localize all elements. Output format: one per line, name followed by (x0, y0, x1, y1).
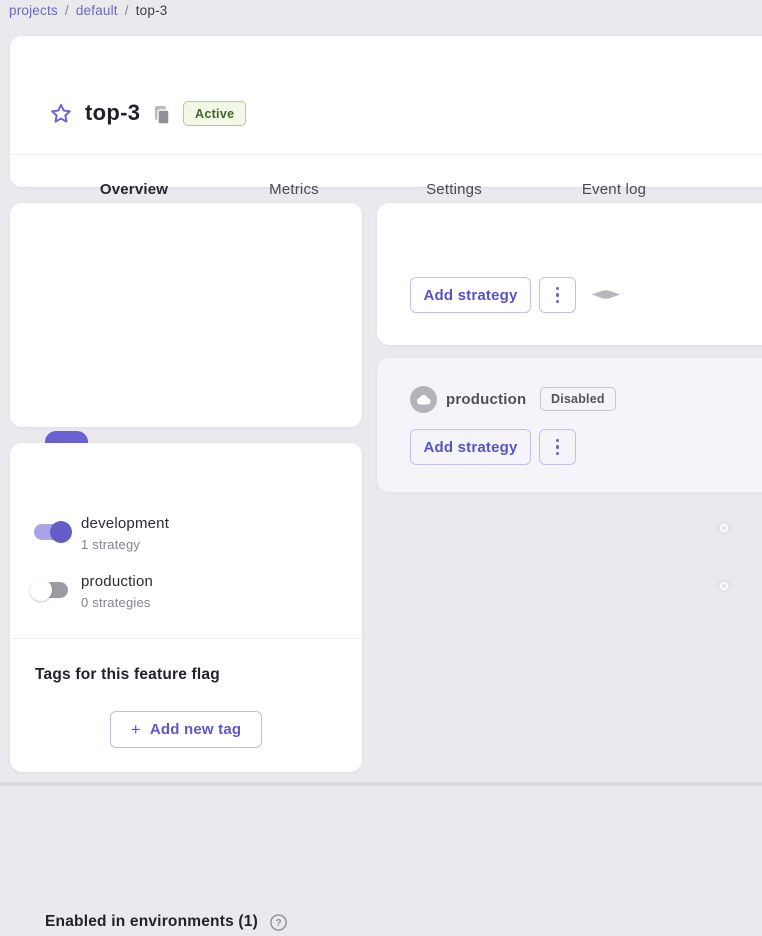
copy-name-icon[interactable] (152, 104, 172, 126)
traffic-indicator-icon (591, 288, 621, 301)
flag-details-card: Release toggle Project: default No descr… (10, 203, 362, 427)
add-new-tag-button[interactable]: + Add new tag (110, 711, 262, 748)
environment-strategy-count: 0 strategies (81, 595, 151, 610)
status-badge: Active (183, 101, 246, 126)
development-environment-panel: development Add strategy (377, 203, 762, 345)
panel-environment-name: production (446, 391, 526, 408)
environment-row-production: production 0 strategies (0, 570, 762, 616)
development-toggle[interactable] (34, 524, 68, 540)
toggle-knob (50, 521, 72, 543)
feature-header-card: top-3 Active Overview Metrics Settings E… (10, 36, 762, 187)
environment-row-development: development 1 strategy (0, 512, 762, 558)
breadcrumb-current: top-3 (136, 3, 168, 18)
toggle-knob (30, 579, 52, 601)
breadcrumb-separator: / (125, 3, 129, 18)
add-new-tag-label: Add new tag (150, 721, 241, 738)
card-section-divider (10, 638, 362, 639)
production-toggle[interactable] (34, 582, 68, 598)
production-environment-panel: production Disabled Add strategy (377, 358, 762, 492)
cloud-environment-icon (410, 386, 437, 413)
breadcrumb-separator: / (65, 3, 69, 18)
environment-strategy-count: 1 strategy (81, 537, 140, 552)
tags-section-title: Tags for this feature flag (35, 666, 220, 684)
environment-name: production (81, 573, 153, 590)
kebab-menu-icon (556, 287, 560, 304)
kebab-menu-icon (556, 439, 560, 456)
breadcrumb-default-link[interactable]: default (76, 3, 118, 18)
favorite-star-icon[interactable] (48, 101, 74, 127)
bottom-panel-edge (0, 782, 762, 786)
environments-title: Enabled in environments (1) (45, 913, 258, 931)
plus-icon: + (131, 720, 141, 740)
breadcrumb-projects-link[interactable]: projects (9, 3, 58, 18)
add-strategy-button[interactable]: Add strategy (410, 277, 531, 313)
breadcrumb: projects / default / top-3 (9, 3, 168, 18)
page-title: top-3 (85, 100, 140, 126)
disabled-badge: Disabled (540, 387, 616, 411)
visibility-eye-icon[interactable] (713, 520, 735, 538)
help-icon[interactable]: ? (270, 914, 287, 931)
environment-name: development (81, 515, 169, 532)
svg-text:?: ? (275, 918, 281, 929)
add-strategy-button[interactable]: Add strategy (410, 429, 531, 465)
environments-title-row: Enabled in environments (1) ? (45, 913, 287, 931)
environment-more-options-button[interactable] (539, 429, 576, 465)
environment-more-options-button[interactable] (539, 277, 576, 313)
visibility-eye-icon[interactable] (713, 578, 735, 596)
